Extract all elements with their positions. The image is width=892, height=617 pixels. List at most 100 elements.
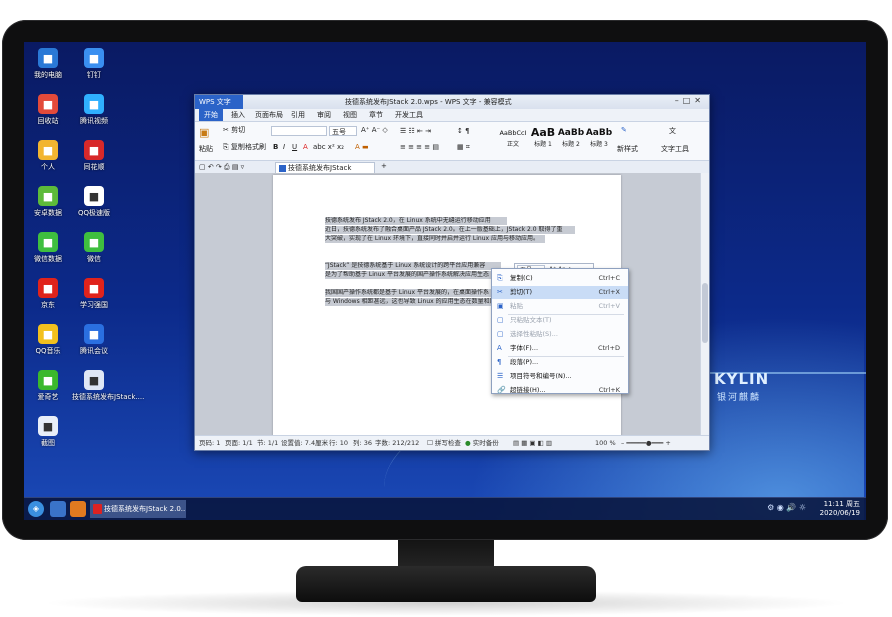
desktop-icon[interactable]: ■ 截图 (26, 416, 70, 448)
monitor-stand-base (296, 566, 596, 602)
window-titlebar[interactable]: WPS 文字 技德系统发布JStack 2.0.wps - WPS 文字 - 兼… (195, 95, 709, 109)
zoom-slider[interactable]: – ━━━━━●━━━ + (621, 436, 671, 450)
close-icon[interactable]: ✕ (694, 96, 705, 105)
cut-button[interactable]: ✂ 剪切 (223, 125, 245, 135)
context-menu-item[interactable]: ☰ 项目符号和编号(N)... (492, 370, 628, 383)
desktop-icon[interactable]: ■ 个人 (26, 140, 70, 172)
underline-button[interactable]: U (292, 143, 297, 151)
desktop-icon[interactable]: ■ 微信数据 (26, 232, 70, 264)
desktop-icon[interactable]: ■ 技德系统发布JStack.... (72, 370, 144, 402)
italic-button[interactable]: I (283, 143, 285, 151)
context-menu-item[interactable]: 🔗 超链接(H)... Ctrl+K (492, 384, 628, 397)
font-grow-icon[interactable]: A⁺ A⁻ ◇ (361, 126, 388, 134)
desktop-icon[interactable]: ■ 爱奇艺 (26, 370, 70, 402)
font-color-button[interactable]: A (303, 143, 308, 151)
status-row: 行: 10 (329, 439, 349, 447)
wps-window[interactable]: WPS 文字 技德系统发布JStack 2.0.wps - WPS 文字 - 兼… (194, 94, 710, 451)
desktop-icon[interactable]: ■ 腾讯视频 (72, 94, 116, 126)
system-tray[interactable]: ⚙ ◉ 🔊 ☼ (767, 503, 806, 512)
text-tools-icon: 文 (669, 127, 676, 135)
status-spell[interactable]: ☐ 拼写检查 (427, 436, 461, 450)
kylin-logo: KYLIN (714, 370, 770, 388)
context-menu-item[interactable]: ⎘ 复制(C) Ctrl+C (492, 272, 628, 285)
style-heading3[interactable]: AaBb 标题 3 (585, 125, 613, 155)
file-manager-icon[interactable] (50, 501, 66, 517)
desktop-icon[interactable]: ■ 京东 (26, 278, 70, 310)
taskbar-clock[interactable]: 11:11 周五 2020/06/19 (820, 500, 860, 518)
context-menu-item: ▢ 选择性粘贴(S)... (492, 328, 628, 341)
status-backup[interactable]: ● 实时备份 (465, 436, 499, 450)
screenshot-icon: ■ (38, 416, 58, 436)
context-menu-item[interactable]: ¶ 段落(P)... (492, 356, 628, 369)
strike-button[interactable]: abc x² x₂ (313, 143, 344, 151)
font-size-select[interactable]: 五号 (329, 126, 357, 136)
tab-developer[interactable]: 开发工具 (395, 110, 423, 120)
tab-view[interactable]: 视图 (343, 110, 357, 120)
android-icon: ■ (38, 186, 58, 206)
font-name-select[interactable] (271, 126, 327, 136)
border-icon[interactable]: ▦ ⌗ (457, 143, 470, 152)
context-menu-item[interactable]: ✂ 剪切(T) Ctrl+X (492, 286, 628, 299)
tab-start[interactable]: 开始 (199, 109, 223, 121)
desktop-icon-label: 回收站 (37, 117, 59, 125)
tab-chapter[interactable]: 章节 (369, 110, 383, 120)
paste-icon[interactable]: ▣ (199, 126, 209, 139)
doc-line: 大突破，实现了在 Linux 环境下，直接同时并启并运行 Linux 应用与移动… (325, 235, 545, 243)
menu-separator (508, 356, 624, 357)
taskbar-wps-task[interactable]: 技德系统发布JStack 2.0.... (90, 500, 186, 518)
align-icon[interactable]: ≡ ≡ ≡ ≡ ▤ (400, 143, 439, 151)
desktop-icon[interactable]: ■ QQ音乐 (26, 324, 70, 356)
style-normal[interactable]: AaBbCcI 正文 (499, 125, 527, 155)
tab-review[interactable]: 审阅 (317, 110, 331, 120)
desktop-icon[interactable]: ■ 微信 (72, 232, 116, 264)
new-tab-icon[interactable]: + (381, 162, 387, 170)
style-heading2[interactable]: AaBb 标题 2 (557, 125, 585, 155)
status-section: 节: 1/1 (257, 439, 279, 447)
format-painter-button[interactable]: 格式刷 (245, 142, 266, 152)
tab-insert[interactable]: 插入 (231, 110, 245, 120)
tab-reference[interactable]: 引用 (291, 110, 305, 120)
kylin-logo-sub: 银河麒麟 (717, 393, 762, 403)
folder-icon: ■ (38, 140, 58, 160)
minimize-icon[interactable]: – (675, 96, 683, 105)
bold-button[interactable]: B (273, 143, 278, 151)
scroll-thumb[interactable] (702, 283, 708, 343)
context-menu-item: ▢ 只粘贴文本(T) (492, 314, 628, 327)
wps-app-button[interactable]: WPS 文字 (195, 95, 243, 109)
copy-button[interactable]: ⎘ 复制 (223, 142, 245, 152)
sort-icon[interactable]: ↕ ¶ (457, 127, 470, 135)
tab-page-layout[interactable]: 页面布局 (255, 110, 283, 120)
desktop-icon[interactable]: ■ 学习强国 (72, 278, 116, 310)
document-icon: ■ (84, 370, 104, 390)
start-menu-button[interactable]: ◈ (28, 501, 44, 517)
context-menu-item[interactable]: A 字体(F)... Ctrl+D (492, 342, 628, 355)
desktop-icon[interactable]: ■ 回收站 (26, 94, 70, 126)
desktop-icon-label: 同花顺 (83, 163, 105, 171)
window-controls[interactable]: –□✕ (675, 96, 705, 105)
new-style-button[interactable]: 新样式 (617, 144, 638, 154)
style-heading1[interactable]: AaB 标题 1 (529, 125, 557, 155)
vertical-scrollbar[interactable] (700, 173, 709, 435)
desktop-icon[interactable]: ■ 钉钉 (72, 48, 116, 80)
text-tools-button[interactable]: 文字工具 (661, 144, 689, 154)
dingtalk-icon: ■ (84, 48, 104, 68)
paste-button[interactable]: 粘贴 (199, 144, 213, 154)
quick-access-icons[interactable]: ▢ ↶ ↷ ⎙ ▤ ▿ (199, 163, 244, 172)
list-icon[interactable]: ☰ ☷ ⇤ ⇥ (400, 127, 431, 135)
tonghuashun-icon: ■ (84, 140, 104, 160)
browser-icon[interactable] (70, 501, 86, 517)
clock-date: 2020/06/19 (819, 509, 860, 517)
desktop-icon[interactable]: ■ QQ极速版 (72, 186, 116, 218)
desktop-icon[interactable]: ■ 我的电脑 (26, 48, 70, 80)
desktop-icon[interactable]: ■ 安卓数据 (26, 186, 70, 218)
doc-tab-active[interactable]: 技德系统发布JStack 2.0.wps (275, 162, 375, 183)
highlight-button[interactable]: A ▬ (355, 143, 369, 151)
desktop-icon[interactable]: ■ 同花顺 (72, 140, 116, 172)
trash-icon: ■ (38, 94, 58, 114)
view-mode-icons[interactable]: ▤ ▦ ▣ ◧ ▥ (513, 436, 552, 450)
status-bar: 页码: 1 页面: 1/1 节: 1/1 设置值: 7.4厘米 行: 10 列:… (195, 435, 709, 450)
computer-icon: ■ (38, 48, 58, 68)
maximize-icon[interactable]: □ (683, 96, 695, 105)
desktop-icon[interactable]: ■ 腾讯会议 (72, 324, 116, 356)
bullets-icon: ☰ (497, 372, 504, 380)
